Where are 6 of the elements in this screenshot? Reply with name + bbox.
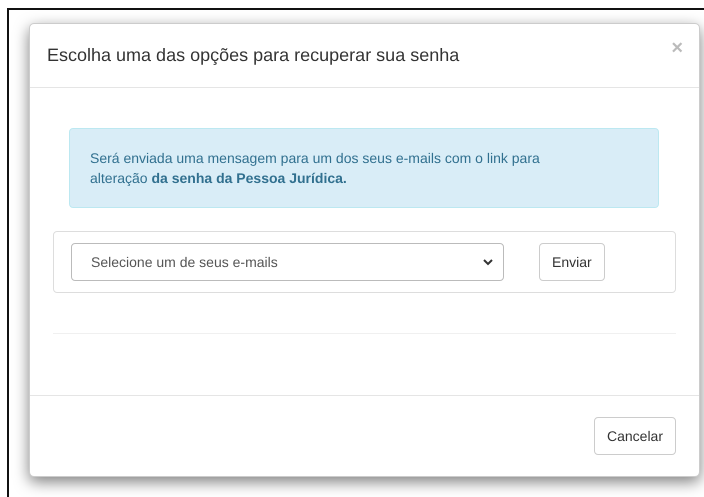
cancel-button[interactable]: Cancelar <box>594 417 676 455</box>
email-select[interactable]: Selecione um de seus e-mails <box>71 243 504 281</box>
send-button[interactable]: Enviar <box>539 243 605 281</box>
info-alert: Será enviada uma mensagem para um dos seus e-mails com o link para alteração da senha da Pessoa Jurídica. <box>69 128 659 208</box>
chevron-down-icon <box>483 258 493 266</box>
dialog-title: Escolha uma das opções para recuperar sua senha <box>47 45 460 66</box>
